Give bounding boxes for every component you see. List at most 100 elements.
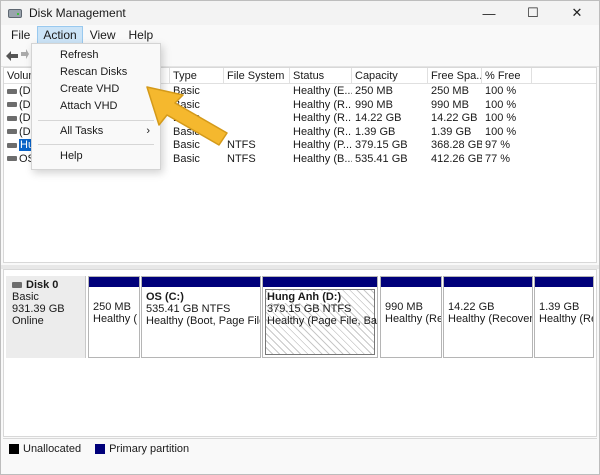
- volume-pct: 100 %: [485, 98, 517, 111]
- disk-state: Online: [12, 315, 44, 327]
- disk-0-label[interactable]: Disk 0 Basic 931.39 GB Online: [6, 276, 86, 358]
- maximize-button[interactable]: ☐: [511, 1, 555, 25]
- volume-icon: [7, 142, 17, 148]
- partition-recovery-2[interactable]: 14.22 GB Healthy (Recovery: [443, 276, 533, 358]
- volume-icon: [7, 129, 17, 135]
- volume-free: 990 MB: [431, 98, 469, 111]
- menu-view[interactable]: View: [84, 26, 122, 44]
- disk-management-window: Disk Management — ☐ ✕ File Action View H…: [0, 0, 600, 475]
- menu-item-refresh[interactable]: Refresh: [32, 47, 160, 64]
- disk-management-icon: [7, 5, 23, 21]
- forward-arrow-icon[interactable]: [21, 48, 29, 63]
- volume-pct: 100 %: [485, 112, 517, 124]
- partition-size: 1.39 GB: [539, 301, 580, 313]
- partition-recovery-3[interactable]: 1.39 GB Healthy (Rec: [534, 276, 594, 358]
- partition-status: Healthy (Rec: [385, 313, 441, 325]
- legend-unallocated-label: Unallocated: [23, 442, 82, 455]
- partition-status: Healthy (Page File, Basic I: [267, 315, 377, 327]
- volume-capacity: 250 MB: [355, 85, 393, 97]
- partition-status: Healthy (: [93, 313, 138, 325]
- unallocated-swatch: [9, 443, 19, 454]
- volume-free: 368.28 GB: [431, 139, 482, 151]
- volume-status: Healthy (B...: [293, 152, 352, 165]
- all-tasks-label: All Tasks: [60, 125, 104, 137]
- column-file-system[interactable]: File System: [224, 68, 290, 84]
- primary-partition-bar: [444, 277, 532, 287]
- column-capacity[interactable]: Capacity: [352, 68, 428, 84]
- column-free-space[interactable]: Free Spa...: [428, 68, 482, 84]
- primary-partition-bar: [535, 277, 593, 287]
- menu-file[interactable]: File: [5, 26, 36, 44]
- legend-bar: Unallocated Primary partition: [3, 438, 597, 458]
- disk-name: Disk 0: [26, 279, 59, 291]
- volume-capacity: 535.41 GB: [355, 152, 408, 165]
- partition-title: Hung Anh (D:): [267, 291, 342, 303]
- volume-free: 250 MB: [431, 85, 469, 97]
- legend-primary-label: Primary partition: [109, 442, 190, 455]
- volume-fs: NTFS: [227, 152, 256, 165]
- volume-pct: 97 %: [485, 139, 511, 151]
- partition-status: Healthy (Boot, Page File, C: [146, 315, 260, 327]
- partition-title: OS (C:): [146, 291, 184, 303]
- volume-fs: [224, 126, 290, 140]
- disk-size: 931.39 GB: [12, 303, 65, 315]
- back-arrow-icon[interactable]: [5, 49, 19, 63]
- pointer-arrow-icon: [146, 86, 228, 146]
- partition-status: Healthy (Recovery: [448, 313, 532, 325]
- volume-fs: [224, 85, 290, 99]
- column-percent-free[interactable]: % Free: [482, 68, 532, 84]
- partition-size: 535.41 GB NTFS: [146, 303, 231, 315]
- volume-status: Healthy (E...: [293, 85, 352, 97]
- volume-pct: 100 %: [485, 85, 517, 97]
- primary-partition-bar: [381, 277, 441, 287]
- partition-size: 379.15 GB NTFS: [267, 303, 352, 315]
- volume-icon: [7, 88, 17, 94]
- partition-status: Healthy (Rec: [539, 313, 593, 325]
- primary-partition-bar: [89, 277, 139, 287]
- volume-pct: 77 %: [485, 152, 511, 165]
- title-bar: Disk Management — ☐ ✕: [1, 1, 599, 25]
- volume-fs: [224, 112, 290, 126]
- partition-size: 14.22 GB: [448, 301, 495, 313]
- primary-partition-bar: [142, 277, 260, 287]
- volume-icon: [7, 102, 17, 108]
- volume-status: Healthy (P...: [293, 139, 352, 151]
- partition-size: 990 MB: [385, 301, 423, 313]
- partition-os-c[interactable]: OS (C:) 535.41 GB NTFS Healthy (Boot, Pa…: [141, 276, 261, 358]
- menu-action[interactable]: Action: [37, 26, 83, 44]
- volume-type: Basic: [173, 152, 200, 165]
- window-controls: — ☐ ✕: [467, 1, 599, 25]
- menu-bar: File Action View Help: [1, 25, 599, 45]
- legend-unallocated: Unallocated: [9, 443, 81, 455]
- menu-help[interactable]: Help: [123, 26, 160, 44]
- volume-icon: [7, 156, 17, 162]
- volume-pct: 100 %: [485, 125, 517, 138]
- menu-separator: [38, 120, 154, 121]
- menu-item-rescan-disks[interactable]: Rescan Disks: [32, 64, 160, 81]
- partition-size: 250 MB: [93, 301, 131, 313]
- partition-hung-anh-d[interactable]: Hung Anh (D:) 379.15 GB NTFS Healthy (Pa…: [262, 276, 378, 358]
- volume-status: Healthy (R...: [293, 112, 352, 124]
- volume-capacity: 1.39 GB: [355, 125, 396, 138]
- volume-status: Healthy (R...: [293, 98, 352, 111]
- disk-graphical-view: Disk 0 Basic 931.39 GB Online 250 MB Hea…: [3, 269, 597, 437]
- partition-recovery-1[interactable]: 990 MB Healthy (Rec: [380, 276, 442, 358]
- volume-free: 412.26 GB: [431, 152, 482, 165]
- partition-efi[interactable]: 250 MB Healthy (: [88, 276, 140, 358]
- window-title: Disk Management: [29, 6, 126, 20]
- volume-status: Healthy (R...: [293, 125, 352, 138]
- primary-partition-bar: [263, 277, 377, 287]
- volume-free: 1.39 GB: [431, 125, 472, 138]
- volume-fs: [224, 99, 290, 113]
- close-button[interactable]: ✕: [555, 1, 599, 25]
- volume-fs: NTFS: [227, 139, 256, 151]
- disk-icon: [12, 282, 22, 288]
- column-status[interactable]: Status: [290, 68, 352, 84]
- volume-capacity: 379.15 GB: [355, 139, 408, 151]
- disk-type: Basic: [12, 291, 39, 303]
- volume-capacity: 990 MB: [355, 98, 393, 111]
- menu-separator: [38, 144, 154, 145]
- minimize-button[interactable]: —: [467, 1, 511, 25]
- volume-free: 14.22 GB: [431, 112, 478, 124]
- legend-primary: Primary partition: [95, 443, 189, 455]
